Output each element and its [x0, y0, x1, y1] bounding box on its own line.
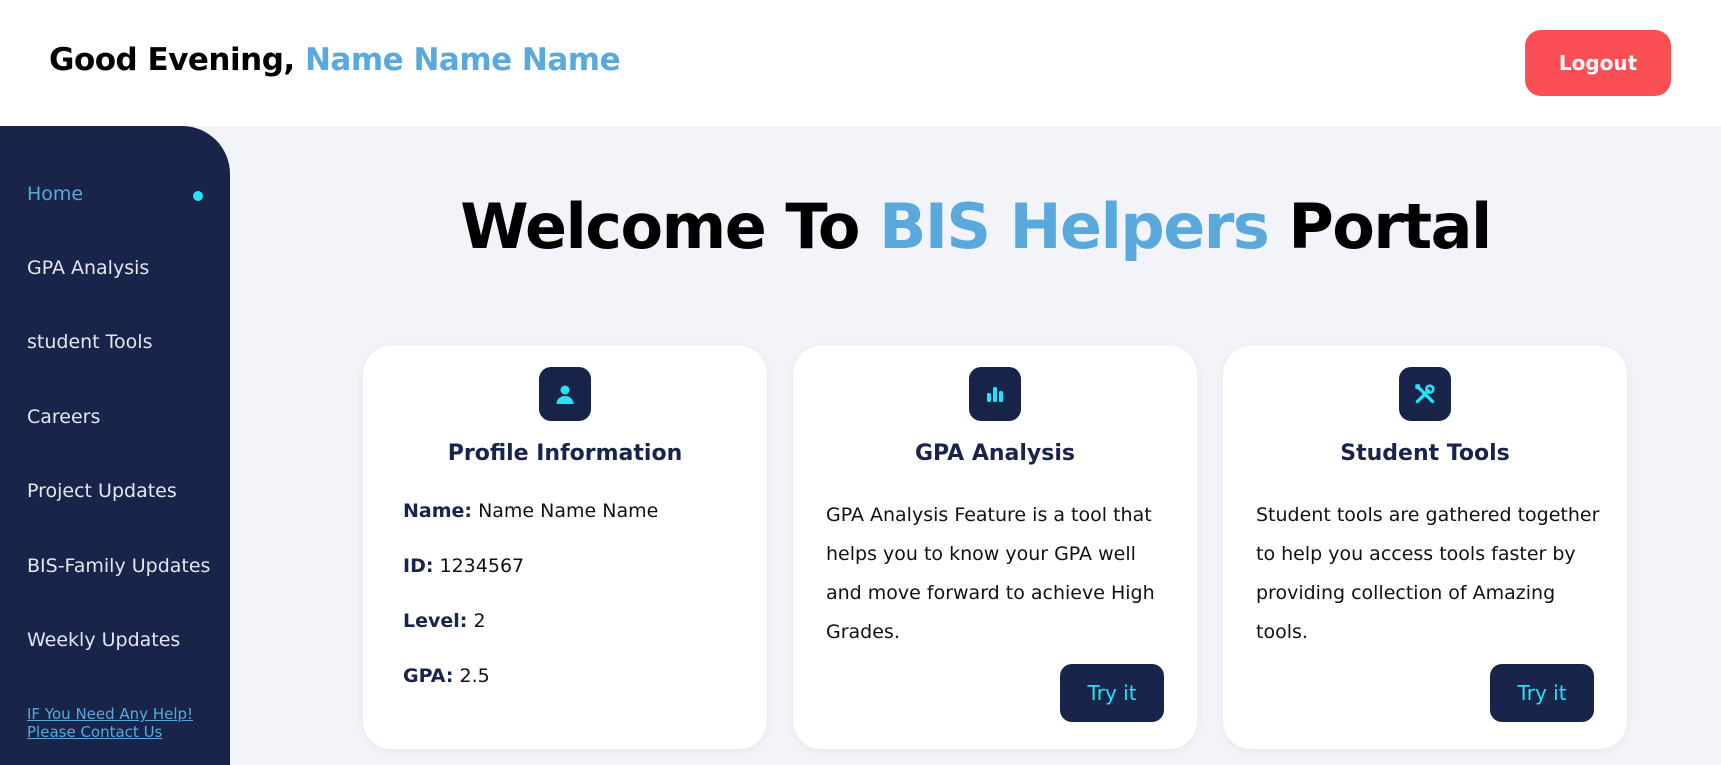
card-title: Student Tools [1340, 441, 1510, 466]
help-link-line-2: Please Contact Us [27, 723, 163, 741]
card-description: GPA Analysis Feature is a tool that help… [826, 504, 1155, 643]
profile-level-field: Level: 2 [403, 610, 486, 632]
field-value: 2 [473, 610, 486, 632]
help-link-line-1: IF You Need Any Help! [27, 705, 194, 723]
bar-chart-icon [969, 367, 1021, 421]
field-value: 1234567 [439, 555, 525, 577]
sidebar-item-weekly-updates[interactable]: Weekly Updates [27, 629, 180, 651]
field-label: GPA: [403, 665, 454, 687]
gpa-analysis-card: GPA Analysis GPA Analysis Feature is a t… [793, 346, 1197, 749]
active-indicator-dot [193, 191, 203, 201]
field-label: ID: [403, 555, 434, 577]
welcome-prefix: Welcome To [460, 190, 880, 263]
field-label: Name: [403, 500, 473, 522]
logout-button[interactable]: Logout [1525, 30, 1671, 96]
help-contact-link[interactable]: IF You Need Any Help! Please Contact Us [27, 705, 217, 741]
sidebar-item-bis-family-updates[interactable]: BIS-Family Updates [27, 555, 210, 577]
profile-gpa-field: GPA: 2.5 [403, 665, 490, 687]
greeting-user-name: Name Name Name [304, 42, 621, 78]
profile-name-field: Name: Name Name Name [403, 500, 658, 522]
sidebar-item-gpa-analysis[interactable]: GPA Analysis [27, 257, 149, 279]
field-value: 2.5 [459, 665, 490, 687]
card-title: Profile Information [447, 441, 683, 466]
welcome-title: Welcome To BIS Helpers Portal [230, 190, 1721, 263]
user-icon [539, 367, 591, 421]
sidebar: Home GPA Analysis student Tools Careers … [0, 126, 230, 765]
sidebar-item-careers[interactable]: Careers [27, 406, 100, 428]
greeting-prefix: Good Evening, [49, 42, 305, 78]
field-label: Level: [403, 610, 468, 632]
student-tools-try-button[interactable]: Try it [1490, 664, 1594, 722]
student-tools-card: Student Tools Student tools are gathered… [1223, 346, 1627, 749]
welcome-accent: BIS Helpers [879, 190, 1270, 263]
gpa-analysis-try-button[interactable]: Try it [1060, 664, 1164, 722]
sidebar-item-home[interactable]: Home [27, 183, 83, 205]
card-description: Student tools are gathered together to h… [1256, 504, 1600, 643]
top-bar: Good Evening, Name Name Name Logout [0, 0, 1721, 126]
welcome-suffix: Portal [1268, 190, 1492, 263]
sidebar-item-project-updates[interactable]: Project Updates [27, 480, 177, 502]
profile-information-card: Profile Information Name: Name Name Name… [363, 346, 767, 749]
tools-icon [1399, 367, 1451, 421]
card-title: GPA Analysis [915, 441, 1075, 466]
sidebar-item-student-tools[interactable]: student Tools [27, 331, 152, 353]
profile-id-field: ID: 1234567 [403, 555, 524, 577]
greeting: Good Evening, Name Name Name [49, 42, 621, 78]
field-value: Name Name Name [478, 500, 659, 522]
